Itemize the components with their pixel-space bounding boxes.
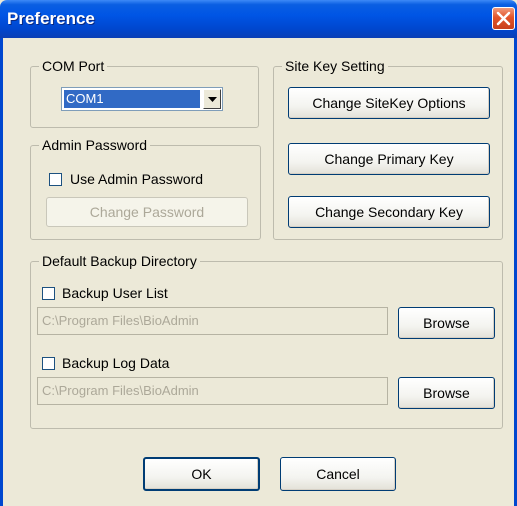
change-primary-key-button[interactable]: Change Primary Key (288, 143, 490, 175)
backup-log-data-path-input[interactable]: C:\Program Files\BioAdmin (37, 377, 388, 405)
backup-user-list-checkbox[interactable] (42, 287, 55, 300)
backup-log-data-label: Backup Log Data (62, 355, 170, 371)
close-button[interactable] (492, 7, 515, 30)
com-port-dropdown-button[interactable] (203, 89, 221, 109)
backup-user-list-path-input[interactable]: C:\Program Files\BioAdmin (37, 307, 388, 335)
use-admin-password-checkbox[interactable] (49, 173, 62, 186)
site-key-legend: Site Key Setting (282, 57, 388, 75)
close-icon (496, 11, 511, 26)
backup-user-list-label: Backup User List (62, 285, 168, 301)
com-port-select[interactable]: COM1 (61, 87, 223, 111)
change-secondary-key-button[interactable]: Change Secondary Key (288, 196, 490, 228)
ok-button[interactable]: OK (143, 457, 260, 491)
backup-directory-legend: Default Backup Directory (39, 252, 200, 270)
com-port-selected-value: COM1 (64, 90, 200, 108)
change-password-button[interactable]: Change Password (46, 197, 248, 227)
chevron-down-icon (208, 97, 217, 102)
window-title: Preference (7, 9, 95, 28)
com-port-legend: COM Port (39, 57, 108, 75)
admin-password-legend: Admin Password (39, 136, 151, 154)
browse-user-list-button[interactable]: Browse (398, 307, 495, 339)
browse-log-data-button[interactable]: Browse (398, 377, 495, 409)
use-admin-password-label: Use Admin Password (70, 171, 204, 187)
title-bar[interactable]: Preference (0, 0, 517, 38)
change-sitekey-options-button[interactable]: Change SiteKey Options (288, 87, 490, 119)
preference-dialog: Preference COM Port COM1 Admin Password … (0, 0, 517, 506)
cancel-button[interactable]: Cancel (280, 457, 396, 491)
backup-log-data-checkbox[interactable] (42, 357, 55, 370)
window-frame-left (0, 38, 3, 506)
